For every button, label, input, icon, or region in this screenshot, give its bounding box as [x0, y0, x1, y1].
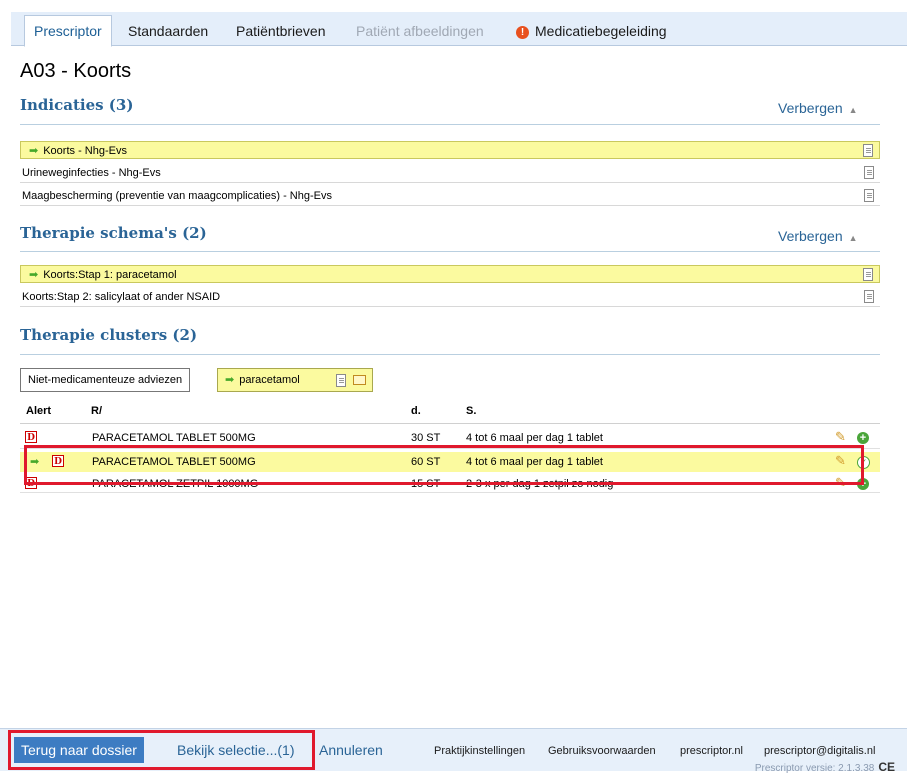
- niet-medicamenteuze-button[interactable]: Niet-medicamenteuze adviezen: [20, 368, 191, 392]
- version-label: Prescriptor versie: 2.1.3.38 CE: [755, 760, 895, 774]
- pencil-icon[interactable]: ✎: [835, 430, 849, 444]
- paracetamol-cluster-button[interactable]: ➡ paracetamol: [217, 368, 373, 392]
- tab-medicatiebegeleiding[interactable]: ! Medicatiebegeleiding: [516, 18, 667, 44]
- indicatie-row[interactable]: Urineweginfecties - Nhg-Evs: [20, 164, 880, 183]
- schema-row[interactable]: Koorts:Stap 2: salicylaat of ander NSAID: [20, 288, 880, 307]
- link-praktijkinstellingen[interactable]: Praktijkinstellingen: [434, 745, 525, 757]
- indicatie-label: Koorts - Nhg-Evs: [43, 145, 127, 157]
- document-icon[interactable]: [863, 144, 873, 157]
- divider: [20, 251, 880, 252]
- tab-bar: Prescriptor Standaarden Patiëntbrieven P…: [11, 12, 907, 47]
- cancel-button[interactable]: Annuleren: [312, 737, 390, 763]
- tab-patient-afbeeldingen: Patiënt afbeeldingen: [356, 23, 484, 39]
- indicatie-label: Urineweginfecties - Nhg-Evs: [22, 167, 161, 179]
- tab-standaarden[interactable]: Standaarden: [128, 18, 208, 44]
- indicatie-row[interactable]: Maagbescherming (preventie van maagcompl…: [20, 187, 880, 206]
- column-rx: R/: [91, 405, 102, 417]
- highlight-box: [8, 730, 315, 770]
- arrow-right-icon: ➡: [29, 269, 39, 281]
- column-alert: Alert: [26, 405, 52, 417]
- document-icon[interactable]: [864, 290, 874, 303]
- alert-badge[interactable]: D: [25, 431, 37, 443]
- schemas-title: Therapie schema's (2): [20, 224, 207, 242]
- indicatie-label: Maagbescherming (preventie van maagcompl…: [22, 190, 332, 202]
- link-email[interactable]: prescriptor@digitalis.nl: [764, 745, 875, 757]
- column-d: d.: [411, 405, 421, 417]
- divider: [20, 124, 880, 125]
- add-icon[interactable]: +: [857, 432, 869, 444]
- schemas-hide-link[interactable]: Verbergen ▲: [778, 228, 858, 244]
- arrow-right-icon: ➡: [225, 374, 235, 386]
- link-gebruiksvoorwaarden[interactable]: Gebruiksvoorwaarden: [548, 745, 656, 757]
- schema-label: Koorts:Stap 1: paracetamol: [43, 269, 177, 281]
- ce-mark: CE: [878, 760, 895, 774]
- highlight-box: [24, 445, 864, 485]
- cluster-label: paracetamol: [239, 374, 300, 386]
- indicatie-row[interactable]: ➡ Koorts - Nhg-Evs: [20, 141, 880, 159]
- indicaties-hide-label: Verbergen: [778, 100, 843, 116]
- arrow-right-icon: ➡: [29, 145, 39, 157]
- column-s: S.: [466, 405, 477, 417]
- divider: [20, 354, 880, 355]
- schema-row[interactable]: ➡ Koorts:Stap 1: paracetamol: [20, 265, 880, 283]
- document-icon[interactable]: [864, 189, 874, 202]
- note-icon[interactable]: [353, 375, 366, 385]
- clusters-title: Therapie clusters (2): [20, 326, 198, 344]
- tab-medicatiebegeleiding-label: Medicatiebegeleiding: [535, 23, 667, 39]
- collapse-up-icon: ▲: [848, 233, 858, 243]
- indicaties-title: Indicaties (3): [20, 96, 134, 114]
- schemas-hide-label: Verbergen: [778, 228, 843, 244]
- warning-icon: !: [516, 25, 529, 39]
- tab-prescriptor[interactable]: Prescriptor: [24, 15, 112, 47]
- document-icon[interactable]: [863, 268, 873, 281]
- tab-patientbrieven[interactable]: Patiëntbrieven: [236, 18, 326, 44]
- document-icon[interactable]: [864, 166, 874, 179]
- page-title: A03 - Koorts: [20, 60, 132, 82]
- link-prescriptor-site[interactable]: prescriptor.nl: [680, 745, 743, 757]
- indicaties-hide-link[interactable]: Verbergen ▲: [778, 100, 858, 116]
- collapse-up-icon: ▲: [848, 105, 858, 115]
- document-icon[interactable]: [336, 374, 346, 387]
- version-text: Prescriptor versie: 2.1.3.38: [754, 763, 875, 774]
- divider: [20, 423, 880, 424]
- schema-label: Koorts:Stap 2: salicylaat of ander NSAID: [22, 291, 221, 303]
